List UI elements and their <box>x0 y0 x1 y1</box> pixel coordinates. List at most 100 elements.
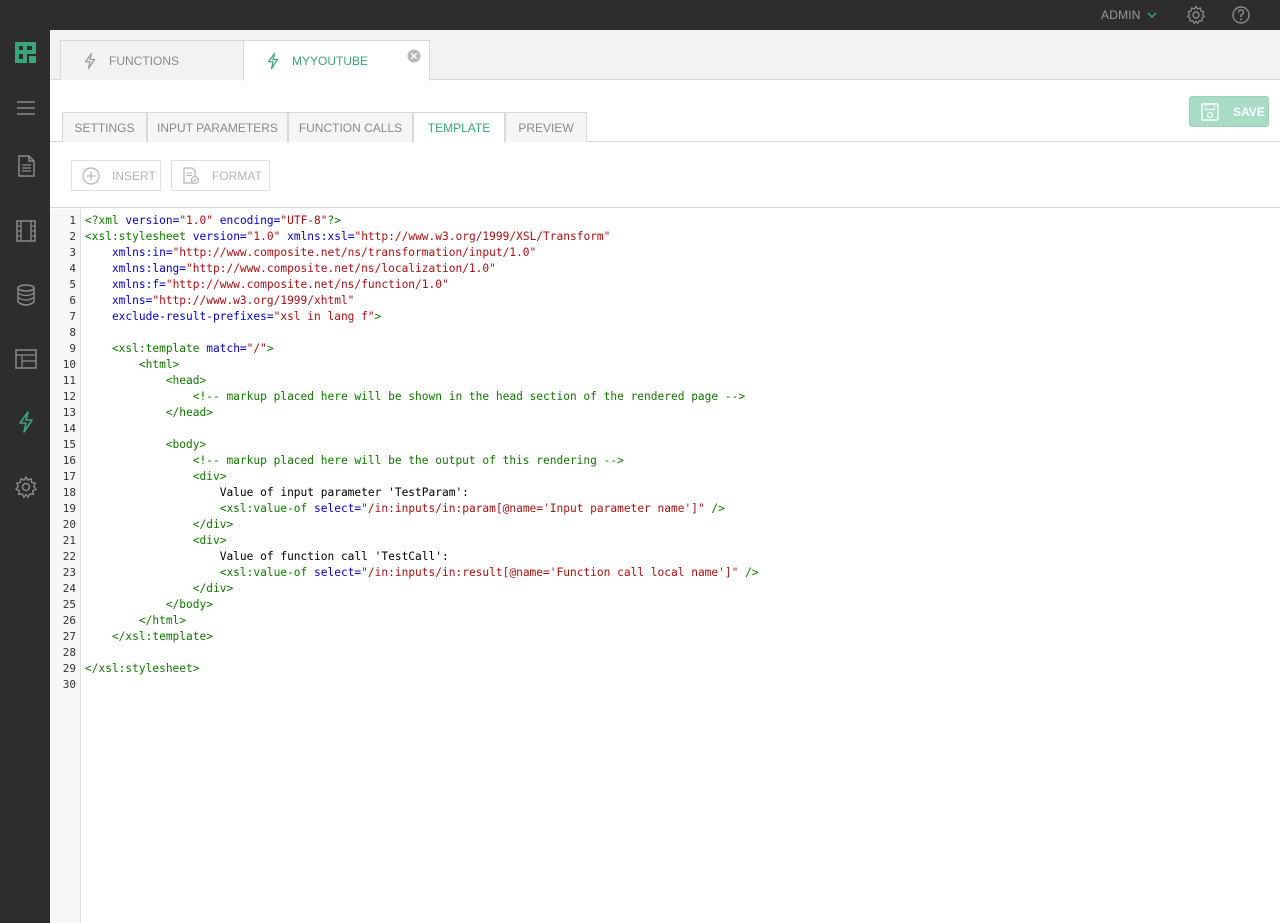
line-number: 9 <box>69 342 76 355</box>
format-button[interactable]: FORMAT <box>171 160 270 191</box>
code-token: ?> <box>327 214 341 227</box>
code-line: <xsl:stylesheet version="1.0" xmlns:xsl=… <box>85 229 610 245</box>
code-token: <!-- markup placed here will be shown in… <box>85 390 746 403</box>
line-number: 27 <box>62 630 76 643</box>
tab-settings[interactable]: SETTINGS <box>62 112 147 142</box>
tab-template[interactable]: TEMPLATE <box>413 112 505 143</box>
menu-icon[interactable] <box>14 96 38 120</box>
line-number: 14 <box>62 422 76 435</box>
line-number: 30 <box>62 678 76 691</box>
line-number: 17 <box>62 470 76 483</box>
code-token: encoding= <box>213 214 281 227</box>
code-line: </xsl:stylesheet> <box>85 661 200 677</box>
line-number: 1 <box>69 214 76 227</box>
save-button[interactable]: SAVE <box>1189 96 1269 127</box>
code-line: <xsl:value-of select="/in:inputs/in:resu… <box>85 565 759 581</box>
code-token: "xsl in lang f" <box>273 310 375 323</box>
tab-input-parameters[interactable]: INPUT PARAMETERS <box>147 112 288 142</box>
logo-icon[interactable] <box>13 40 38 65</box>
line-number: 28 <box>62 646 76 659</box>
media-icon[interactable] <box>14 219 38 243</box>
line-number: 5 <box>69 278 76 291</box>
function-icon[interactable] <box>14 410 38 434</box>
code-token: /> <box>738 566 759 579</box>
code-token: </xsl:template> <box>85 630 213 643</box>
document-tabstrip: FUNCTIONS MYYOUTUBE <box>50 30 1280 81</box>
line-number: 7 <box>69 310 76 323</box>
page-icon[interactable] <box>14 154 38 178</box>
code-line: </div> <box>85 581 233 597</box>
line-number: 3 <box>69 246 76 259</box>
code-token: Value of function call 'TestCall': <box>85 550 449 563</box>
tab-function-calls[interactable]: FUNCTION CALLS <box>288 112 413 142</box>
code-line: <!-- markup placed here will be shown in… <box>85 389 745 405</box>
code-token: <div> <box>85 534 227 547</box>
code-line: xmlns:in="http://www.composite.net/ns/tr… <box>85 245 536 261</box>
left-sidebar <box>0 30 50 923</box>
code-token: "http://www.composite.net/ns/function/1.… <box>165 278 449 291</box>
code-token: "/in:inputs/in:param[@name='Input parame… <box>361 502 705 515</box>
code-token: xmlns:f= <box>85 278 166 291</box>
line-number: 4 <box>69 262 76 275</box>
tab-preview[interactable]: PREVIEW <box>505 112 587 142</box>
code-line: <xsl:value-of select="/in:inputs/in:para… <box>85 501 725 517</box>
insert-button[interactable]: INSERT <box>71 160 161 191</box>
line-number: 12 <box>62 390 76 403</box>
gear-icon[interactable] <box>1186 5 1206 25</box>
editor-toolbar: INSERT FORMAT <box>50 142 1280 208</box>
code-line: <!-- markup placed here will be the outp… <box>85 453 624 469</box>
code-token: "/in:inputs/in:result[@name='Function ca… <box>361 566 739 579</box>
code-token: > <box>266 342 274 355</box>
code-line: <?xml version="1.0" encoding="UTF-8"?> <box>85 213 341 229</box>
save-icon <box>1201 102 1219 121</box>
code-token: <xsl:value-of <box>85 502 308 515</box>
line-number: 24 <box>62 582 76 595</box>
line-number: 19 <box>62 502 76 515</box>
code-editor[interactable]: 1 2 3 4 5 6 7 8 9 10 11 12 13 14 15 16 17 18 19 20 21 22 23 24 2… <box>50 209 1280 923</box>
help-icon[interactable] <box>1231 5 1251 25</box>
line-number: 6 <box>69 294 76 307</box>
line-number: 2 <box>69 230 76 243</box>
code-token: <head> <box>85 374 207 387</box>
code-token: xmlns:lang= <box>85 262 187 275</box>
line-number-gutter: 1 2 3 4 5 6 7 8 9 10 11 12 13 14 15 16 17 18 19 20 21 22 23 24 2… <box>50 209 81 923</box>
code-token: </div> <box>85 582 234 595</box>
code-line: <xsl:template match="/"> <box>85 341 274 357</box>
user-menu[interactable]: ADMIN <box>1101 8 1157 22</box>
code-token: <xsl:template <box>85 342 200 355</box>
code-token: version= <box>118 214 180 227</box>
line-number: 23 <box>62 566 76 579</box>
line-number: 16 <box>62 454 76 467</box>
code-token: version= <box>186 230 247 243</box>
code-line: </html> <box>85 613 186 629</box>
code-token: match= <box>199 342 247 355</box>
code-token: "1.0" <box>179 214 213 227</box>
code-token: "http://www.composite.net/ns/transformat… <box>172 246 537 259</box>
code-line: <div> <box>85 533 227 549</box>
data-icon[interactable] <box>14 283 38 307</box>
code-token: </div> <box>85 518 234 531</box>
code-token: /> <box>704 502 725 515</box>
tab-myyoutube[interactable]: MYYOUTUBE <box>243 40 430 81</box>
tab-label: FUNCTIONS <box>109 53 179 68</box>
settings-icon[interactable] <box>14 475 38 499</box>
code-line: </body> <box>85 597 213 613</box>
code-token: <html> <box>85 358 180 371</box>
line-number: 10 <box>62 358 76 371</box>
line-number: 18 <box>62 486 76 499</box>
code-token: exclude-result-prefixes= <box>85 310 274 323</box>
layout-icon[interactable] <box>14 347 38 371</box>
chevron-down-icon <box>1147 12 1157 19</box>
user-label: ADMIN <box>1101 8 1141 22</box>
code-token: </html> <box>85 614 187 627</box>
code-line: xmlns="http://www.w3.org/1999/xhtml" <box>85 293 355 309</box>
code-line: Value of input parameter 'TestParam': <box>85 485 469 501</box>
code-line: <html> <box>85 357 179 373</box>
line-number: 11 <box>62 374 76 387</box>
code-token: > <box>374 310 382 323</box>
code-token: </body> <box>85 598 213 611</box>
code-token: xmlns:xsl= <box>280 230 355 243</box>
close-icon[interactable] <box>407 49 421 63</box>
tab-functions[interactable]: FUNCTIONS <box>60 40 244 80</box>
code-token: xmlns:in= <box>85 246 173 259</box>
